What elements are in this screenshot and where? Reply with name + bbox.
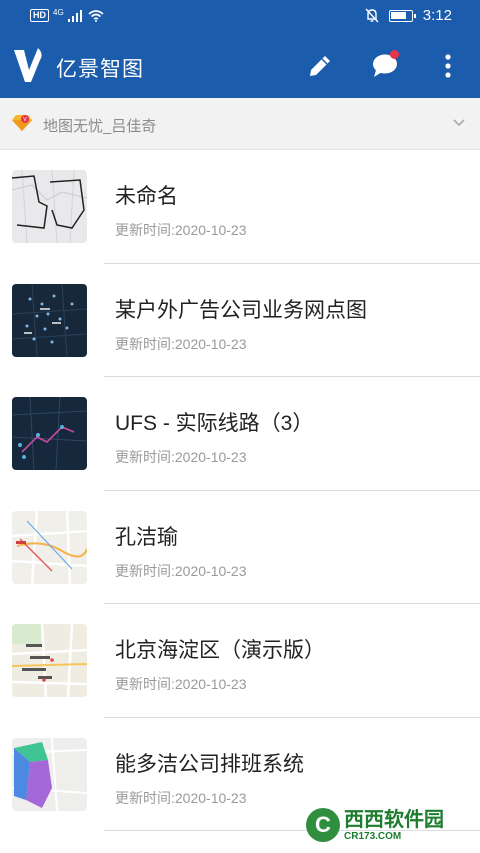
messages-button[interactable] [369, 50, 401, 82]
watermark-icon: C [306, 808, 340, 842]
edit-button[interactable] [304, 50, 336, 82]
logo-icon [14, 48, 42, 82]
map-thumbnail [12, 624, 87, 697]
more-button[interactable] [432, 50, 464, 82]
map-thumbnail [12, 397, 87, 470]
map-list: 未命名 更新时间:2020-10-23 某户外广告公司业务网点图 更新时间:20… [0, 150, 480, 831]
map-thumbnail [12, 737, 87, 811]
status-time: 3:12 [422, 7, 452, 24]
wifi-icon [88, 9, 104, 22]
map-updated-time: 更新时间:2020-10-23 [115, 449, 247, 465]
list-item[interactable]: 北京海淀区（演示版） 更新时间:2020-10-23 [0, 604, 480, 718]
map-title: UFS - 实际线路（3） [115, 412, 314, 435]
map-updated-time: 更新时间:2020-10-23 [115, 676, 247, 692]
list-item[interactable]: 某户外广告公司业务网点图 更新时间:2020-10-23 [0, 264, 480, 377]
watermark-url: CR173.COM [344, 830, 402, 842]
map-updated-time: 更新时间:2020-10-23 [115, 222, 247, 238]
mute-bell-icon [365, 8, 379, 23]
map-updated-time: 更新时间:2020-10-23 [115, 335, 247, 352]
vip-gem-icon: V [12, 115, 32, 131]
hd-indicator: HD [30, 9, 49, 22]
watermark-brand: 西西软件园 [344, 808, 444, 831]
map-title: 某户外广告公司业务网点图 [115, 298, 367, 322]
svg-text:V: V [23, 117, 27, 123]
map-updated-time: 更新时间:2020-10-23 [115, 562, 247, 579]
battery-icon [388, 9, 416, 22]
signal-icon [67, 9, 82, 22]
list-item[interactable]: UFS - 实际线路（3） 更新时间:2020-10-23 [0, 377, 480, 491]
chevron-down-icon [453, 119, 465, 127]
list-item[interactable]: 未命名 更新时间:2020-10-23 [0, 150, 480, 264]
list-item[interactable]: 孔洁瑜 更新时间:2020-10-23 [0, 491, 480, 604]
map-title: 孔洁瑜 [115, 525, 178, 549]
map-thumbnail [12, 510, 87, 584]
app-bar: 亿景智图 [0, 34, 480, 98]
account-name: 地图无忧_吕佳奇 [43, 118, 157, 135]
notification-badge [390, 50, 399, 59]
map-thumbnail [12, 170, 87, 243]
watermark-logo: C 西西软件园 CR173.COM [306, 805, 466, 845]
edit-icon [310, 56, 330, 76]
status-bar: HD 4G 3:12 [0, 0, 480, 34]
account-selector[interactable]: V 地图无忧_吕佳奇 [0, 98, 480, 150]
map-title: 未命名 [115, 185, 178, 208]
more-icon [445, 54, 451, 78]
map-title: 能多洁公司排班系统 [115, 752, 304, 776]
map-updated-time: 更新时间:2020-10-23 [115, 789, 247, 806]
app-title: 亿景智图 [56, 58, 144, 81]
map-title: 北京海淀区（演示版） [115, 639, 325, 662]
map-thumbnail [12, 283, 87, 357]
network-indicator: 4G [53, 8, 64, 17]
